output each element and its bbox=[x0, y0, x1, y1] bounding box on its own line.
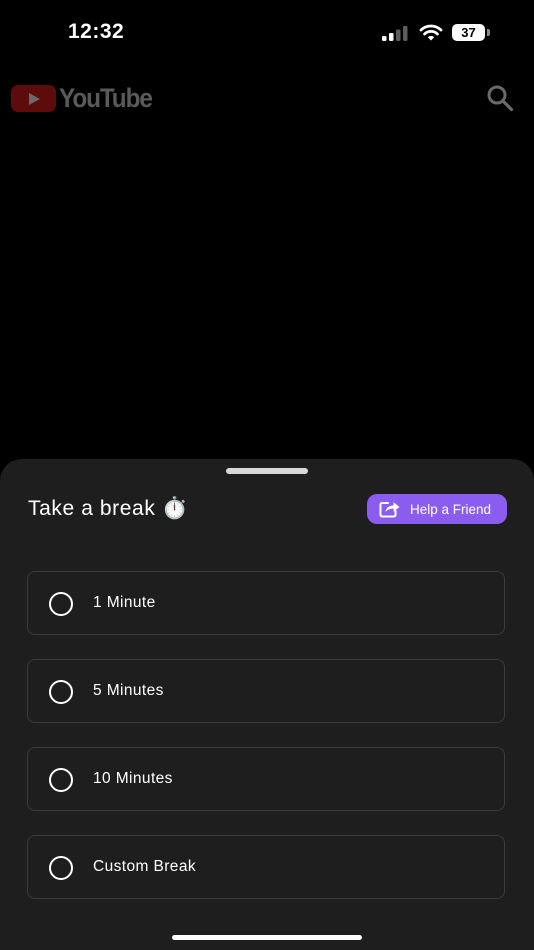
youtube-wordmark: YouTube bbox=[59, 82, 153, 113]
status-bar: 12:32 37 bbox=[0, 0, 534, 66]
sheet-title: Take a break ⏱️ bbox=[28, 497, 189, 520]
youtube-logo[interactable]: YouTube bbox=[11, 82, 162, 113]
battery-indicator: 37 bbox=[452, 24, 490, 42]
share-icon bbox=[379, 502, 400, 518]
break-option-label: 1 Minute bbox=[93, 594, 156, 611]
help-a-friend-button[interactable]: Help a Friend bbox=[367, 494, 507, 524]
sheet-drag-handle[interactable] bbox=[226, 468, 308, 474]
battery-level: 37 bbox=[452, 24, 485, 41]
signal-icon bbox=[382, 26, 408, 41]
app-header: YouTube bbox=[0, 70, 534, 126]
wifi-icon bbox=[419, 24, 443, 41]
break-option-label: 10 Minutes bbox=[93, 770, 173, 787]
youtube-play-icon bbox=[11, 84, 56, 112]
break-option-label: Custom Break bbox=[93, 858, 196, 875]
break-option-custom-break[interactable]: Custom Break bbox=[27, 835, 505, 899]
break-option-5-minutes[interactable]: 5 Minutes bbox=[27, 659, 505, 723]
radio-unchecked-icon[interactable] bbox=[49, 592, 73, 616]
home-indicator[interactable] bbox=[172, 935, 362, 940]
break-option-1-minute[interactable]: 1 Minute bbox=[27, 571, 505, 635]
status-time: 12:32 bbox=[68, 20, 125, 43]
radio-unchecked-icon[interactable] bbox=[49, 856, 73, 880]
radio-unchecked-icon[interactable] bbox=[49, 680, 73, 704]
break-option-10-minutes[interactable]: 10 Minutes bbox=[27, 747, 505, 811]
search-icon[interactable] bbox=[486, 84, 514, 112]
break-bottom-sheet: Take a break ⏱️ Help a Friend 1 Minute 5… bbox=[0, 459, 534, 950]
break-option-label: 5 Minutes bbox=[93, 682, 164, 699]
battery-tip bbox=[487, 29, 490, 36]
radio-unchecked-icon[interactable] bbox=[49, 768, 73, 792]
help-a-friend-label: Help a Friend bbox=[410, 501, 492, 517]
